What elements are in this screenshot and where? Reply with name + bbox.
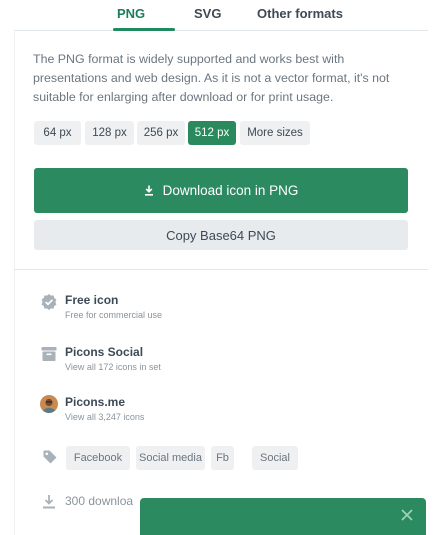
download-count-icon <box>43 495 55 509</box>
size-64-button[interactable]: 64 px <box>34 121 81 145</box>
download-png-button[interactable]: Download icon in PNG <box>34 168 408 213</box>
license-subtitle: Free for commercial use <box>65 310 163 320</box>
size-256-button[interactable]: 256 px <box>137 121 185 145</box>
more-sizes-button[interactable]: More sizes <box>240 121 310 145</box>
badge-check-icon <box>41 294 57 310</box>
author-link[interactable]: Picons.me <box>65 395 125 409</box>
panel-left-border <box>14 31 15 535</box>
download-button-label: Download icon in PNG <box>162 183 299 198</box>
author-subtitle[interactable]: View all 3,247 icons <box>65 412 144 422</box>
size-128-button[interactable]: 128 px <box>85 121 134 145</box>
tag-chip[interactable]: Facebook <box>66 446 130 470</box>
icon-set-link[interactable]: Picons Social <box>65 345 143 359</box>
format-description: The PNG format is widely supported and w… <box>33 52 390 104</box>
notification-toast <box>140 498 426 535</box>
tag-icon <box>43 450 57 464</box>
icon-set-subtitle[interactable]: View all 172 icons in set <box>65 362 161 372</box>
tag-chip[interactable]: Social <box>252 446 298 470</box>
tab-svg[interactable]: SVG <box>194 6 221 21</box>
copy-base64-button[interactable]: Copy Base64 PNG <box>34 220 408 250</box>
section-divider <box>14 269 428 270</box>
copy-button-label: Copy Base64 PNG <box>166 227 276 243</box>
download-count-text: 300 downloa <box>65 494 134 508</box>
download-icon <box>144 185 153 196</box>
tab-other-formats[interactable]: Other formats <box>257 6 343 21</box>
tag-chip[interactable]: Social media <box>136 446 205 470</box>
avatar[interactable] <box>40 395 58 413</box>
license-title: Free icon <box>65 293 119 307</box>
tab-png[interactable]: PNG <box>117 6 145 21</box>
tag-chip[interactable]: Fb <box>211 446 234 470</box>
format-tabs: PNG SVG Other formats <box>14 0 428 31</box>
archive-box-icon <box>41 347 57 361</box>
close-icon[interactable] <box>400 508 414 522</box>
active-tab-indicator <box>113 28 175 31</box>
size-512-button[interactable]: 512 px <box>188 121 236 145</box>
